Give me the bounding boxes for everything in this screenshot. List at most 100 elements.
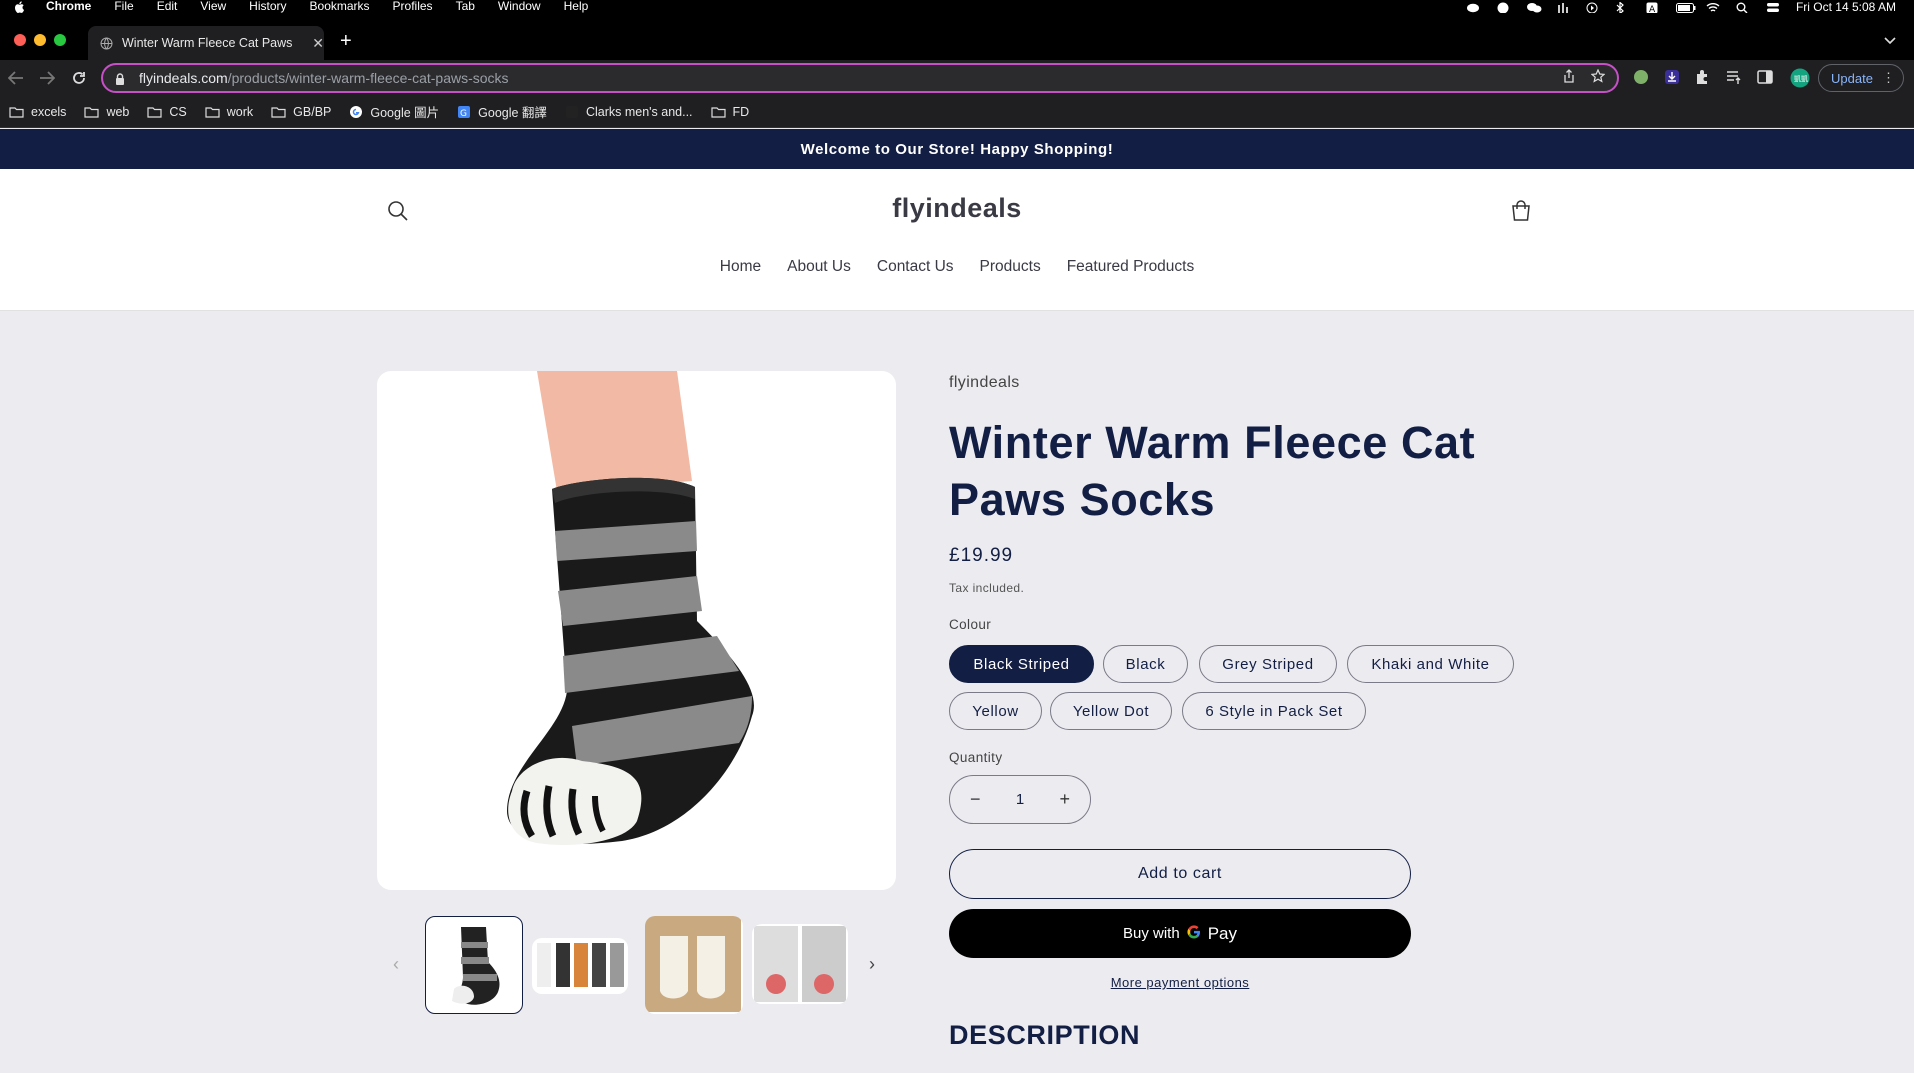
play-icon[interactable] [1586,2,1600,13]
nav-featured-products[interactable]: Featured Products [1067,258,1195,276]
zoom-window-icon[interactable] [54,34,66,46]
menu-profiles[interactable]: Profiles [393,0,433,13]
plus-icon[interactable]: + [1059,789,1070,810]
spotlight-icon[interactable] [1736,2,1750,13]
status-badge-icon[interactable] [1496,2,1510,13]
menu-view[interactable]: View [200,0,226,13]
update-button[interactable]: Update ⋮ [1818,64,1904,92]
wechat-icon[interactable] [1526,2,1542,12]
colour-option-yellow-dot[interactable]: Yellow Dot [1050,692,1172,730]
bookmark-folder-web[interactable]: web [84,105,129,119]
input-source-icon[interactable]: A [1646,2,1660,15]
folder-icon [84,106,100,118]
clock[interactable]: Fri Oct 14 5:08 AM [1796,0,1896,14]
battery-icon[interactable] [1675,2,1696,13]
back-icon[interactable] [4,66,28,90]
thumbnail-4[interactable] [752,924,848,1004]
folder-icon [205,106,220,118]
thumbnail-strip: ‹ › [377,916,896,1016]
svg-text:G: G [460,109,467,119]
bookmark-folder-work[interactable]: work [205,105,253,119]
google-g-icon [1186,924,1202,944]
thumbnail-prev-icon[interactable]: ‹ [393,954,399,975]
more-payment-options-link[interactable]: More payment options [949,975,1411,990]
nav-about-us[interactable]: About Us [787,258,851,276]
globe-icon [100,37,113,50]
bookmark-star-icon[interactable] [1590,68,1606,88]
menu-chrome[interactable]: Chrome [46,0,91,13]
colour-option-6-style-pack[interactable]: 6 Style in Pack Set [1182,692,1366,730]
browser-toolbar: flyindeals.com/products/winter-warm-flee… [0,60,1914,96]
sock-pack-thumb [537,943,624,987]
bookmark-folder-excels[interactable]: excels [9,105,66,119]
minus-icon[interactable]: − [970,789,981,810]
thumbnail-next-icon[interactable]: › [869,954,875,975]
bookmark-google-translate[interactable]: G Google 翻譯 [457,102,547,121]
share-icon[interactable] [1563,68,1575,88]
menu-window[interactable]: Window [498,0,541,13]
reload-icon[interactable] [67,66,91,90]
wifi-icon[interactable] [1706,2,1720,12]
menu-help[interactable]: Help [564,0,589,13]
minimize-window-icon[interactable] [34,34,46,46]
sock-image [507,371,754,845]
colour-option-khaki-and-white[interactable]: Khaki and White [1347,645,1514,683]
colour-label: Colour [949,617,992,632]
lock-icon[interactable] [115,72,125,85]
forward-icon[interactable] [35,66,59,90]
colour-option-grey-striped[interactable]: Grey Striped [1199,645,1337,683]
close-window-icon[interactable] [14,34,26,46]
product-main-image[interactable] [377,371,896,890]
nav-home[interactable]: Home [720,258,761,276]
colour-option-black[interactable]: Black [1103,645,1188,683]
sock-feet-thumb [645,916,741,1012]
reading-list-icon[interactable] [1725,68,1743,86]
nav-contact-us[interactable]: Contact Us [877,258,954,276]
add-to-cart-button[interactable]: Add to cart [949,849,1411,899]
extension-download-icon[interactable] [1663,68,1681,86]
product-price: £19.99 [949,545,1014,566]
browser-tab[interactable]: Winter Warm Fleece Cat Paws ✕ [88,26,324,60]
bookmark-folder-cs[interactable]: CS [147,105,187,119]
thumbnail-3[interactable] [645,916,743,1014]
status-chat-icon[interactable] [1466,2,1480,12]
profile-avatar[interactable]: 凱凱 [1790,68,1810,88]
address-bar[interactable]: flyindeals.com/products/winter-warm-flee… [101,63,1619,93]
apple-icon[interactable] [14,0,26,13]
url-text[interactable]: flyindeals.com/products/winter-warm-flee… [139,70,509,86]
buy-with-label: Buy with [1123,925,1180,942]
menu-edit[interactable]: Edit [157,0,178,13]
cart-icon[interactable] [1509,199,1533,228]
store-logo[interactable]: flyindeals [0,193,1914,224]
quantity-value[interactable]: 1 [1016,791,1024,808]
bookmark-folder-fd[interactable]: FD [710,105,749,119]
description-heading: DESCRIPTION [949,1020,1141,1050]
menu-bookmarks[interactable]: Bookmarks [310,0,370,13]
thumbnail-1[interactable] [425,916,523,1014]
control-center-icon[interactable] [1766,2,1780,12]
bookmark-google-images[interactable]: Google 圖片 [349,102,439,121]
bookmark-clarks[interactable]: Clarks men's and... [565,105,693,119]
colour-option-yellow[interactable]: Yellow [949,692,1042,730]
more-menu-icon[interactable]: ⋮ [1882,70,1895,86]
network-monitor-icon[interactable] [1556,2,1570,13]
bookmark-label: GB/BP [293,104,332,119]
extensions-puzzle-icon[interactable] [1694,68,1712,86]
bookmark-label: web [106,104,130,119]
menu-file[interactable]: File [114,0,133,13]
buy-with-gpay-button[interactable]: Buy with Pay [949,909,1411,958]
close-tab-icon[interactable]: ✕ [312,35,324,52]
announcement-text: Welcome to Our Store! Happy Shopping! [800,140,1114,158]
bookmark-label: work [226,104,254,119]
colour-option-black-striped[interactable]: Black Striped [949,645,1094,683]
extension-green-icon[interactable] [1632,68,1650,86]
menu-tab[interactable]: Tab [456,0,475,13]
tab-search-chevron-icon[interactable] [1884,32,1896,50]
new-tab-icon[interactable]: + [340,31,352,51]
bookmark-folder-gbbp[interactable]: GB/BP [271,105,331,119]
bluetooth-icon[interactable] [1616,0,1630,15]
nav-products[interactable]: Products [980,258,1041,276]
side-panel-icon[interactable] [1756,68,1774,86]
menu-history[interactable]: History [249,0,286,13]
thumbnail-2[interactable] [532,938,628,994]
